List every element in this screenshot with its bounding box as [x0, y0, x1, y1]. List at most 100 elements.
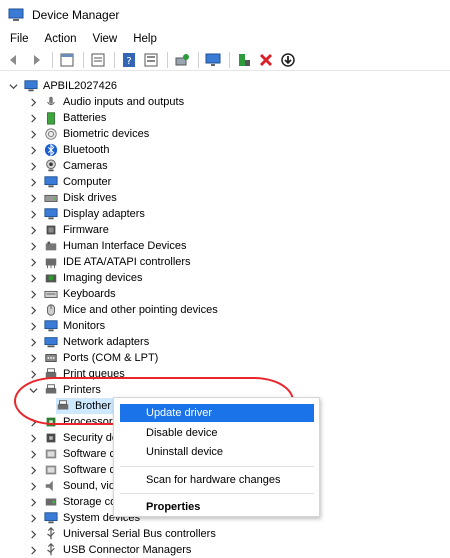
tree-item-label: Mice and other pointing devices: [63, 304, 218, 316]
chevron-down-icon[interactable]: [8, 81, 18, 91]
chevron-right-icon[interactable]: [28, 321, 38, 331]
properties-icon[interactable]: [57, 50, 77, 70]
monitor-icon: [44, 320, 58, 332]
tree-item-label: Cameras: [63, 160, 108, 172]
tree-item-label: Processors: [63, 416, 119, 428]
tree-item-label: Batteries: [63, 112, 107, 124]
tree-item-monitors[interactable]: Monitors: [28, 318, 105, 334]
uninstall-icon[interactable]: [256, 50, 276, 70]
software-component-icon: [45, 449, 57, 459]
tree-item-network[interactable]: Network adapters: [28, 334, 149, 350]
monitor-icon[interactable]: [203, 50, 223, 70]
tree-item-label: Ports (COM & LPT): [63, 352, 159, 364]
tree-item-firmware[interactable]: Firmware: [28, 222, 109, 238]
chevron-right-icon[interactable]: [28, 161, 38, 171]
system-device-icon: [44, 512, 58, 524]
show-hidden-icon[interactable]: [88, 50, 108, 70]
chevron-right-icon[interactable]: [28, 113, 38, 123]
scan-hardware-icon[interactable]: [172, 50, 192, 70]
imaging-device-icon: [45, 274, 57, 283]
chevron-right-icon[interactable]: [28, 337, 38, 347]
chevron-right-icon[interactable]: [28, 481, 38, 491]
menu-scan-hardware[interactable]: Scan for hardware changes: [114, 471, 319, 489]
chevron-down-icon[interactable]: [28, 385, 38, 395]
tree-item-security[interactable]: Security dev: [28, 430, 124, 446]
tree-root-label: APBIL2027426: [43, 80, 118, 92]
tree-item-cameras[interactable]: Cameras: [28, 158, 108, 174]
tree-item-brother[interactable]: Brother: [56, 398, 116, 414]
chevron-right-icon[interactable]: [28, 433, 38, 443]
chevron-right-icon[interactable]: [28, 305, 38, 315]
tree-item-mice[interactable]: Mice and other pointing devices: [28, 302, 218, 318]
tree-item-ports[interactable]: Ports (COM & LPT): [28, 350, 158, 366]
security-icon: [46, 433, 56, 443]
tree-item-imaging[interactable]: Imaging devices: [28, 270, 143, 286]
firmware-icon: [46, 225, 56, 235]
tree-item-disk-drives[interactable]: Disk drives: [28, 190, 117, 206]
tree-root[interactable]: APBIL2027426: [8, 78, 117, 94]
menu-action[interactable]: Action: [39, 33, 83, 45]
computer-icon: [44, 176, 58, 188]
tree-item-printers[interactable]: Printers: [28, 382, 101, 398]
menu-properties[interactable]: Properties: [114, 498, 319, 516]
chevron-right-icon[interactable]: [28, 193, 38, 203]
menu-update-driver[interactable]: Update driver: [120, 404, 314, 422]
tree-item-bluetooth[interactable]: Bluetooth: [28, 142, 109, 158]
svg-text:?: ?: [126, 56, 131, 67]
tree-item-ide[interactable]: IDE ATA/ATAPI controllers: [28, 254, 191, 270]
chevron-right-icon[interactable]: [28, 545, 38, 555]
tree-item-label: USB Connector Managers: [63, 544, 192, 556]
tree-item-usb-connector[interactable]: USB Connector Managers: [28, 542, 191, 558]
tree-item-audio[interactable]: Audio inputs and outputs: [28, 94, 184, 110]
chevron-right-icon[interactable]: [28, 353, 38, 363]
tree-item-hid[interactable]: Human Interface Devices: [28, 238, 187, 254]
chevron-right-icon[interactable]: [28, 257, 38, 267]
add-driver-icon[interactable]: [234, 50, 254, 70]
chevron-right-icon[interactable]: [28, 465, 38, 475]
chevron-right-icon[interactable]: [28, 497, 38, 507]
chevron-right-icon[interactable]: [28, 225, 38, 235]
chevron-right-icon[interactable]: [28, 145, 38, 155]
chevron-right-icon[interactable]: [28, 97, 38, 107]
tree-item-sound[interactable]: Sound, vide: [28, 478, 121, 494]
printer-icon: [45, 368, 57, 378]
toolbar: ?: [0, 49, 450, 71]
chevron-right-icon[interactable]: [28, 417, 38, 427]
keyboard-icon: [44, 290, 58, 298]
chevron-right-icon[interactable]: [28, 241, 38, 251]
tree-item-usb[interactable]: Universal Serial Bus controllers: [28, 526, 216, 542]
chevron-right-icon[interactable]: [28, 529, 38, 539]
tree-item-label: Computer: [63, 176, 112, 188]
menu-disable-device[interactable]: Disable device: [114, 424, 319, 442]
camera-icon: [46, 159, 56, 172]
chevron-right-icon[interactable]: [28, 289, 38, 299]
tree-item-biometric[interactable]: Biometric devices: [28, 126, 149, 142]
tree-item-label: Biometric devices: [63, 128, 150, 140]
tree-item-processors[interactable]: Processors: [28, 414, 118, 430]
devices-by-type-icon[interactable]: [141, 50, 161, 70]
back-icon[interactable]: [4, 50, 24, 70]
menu-view[interactable]: View: [87, 33, 124, 45]
chevron-right-icon[interactable]: [28, 369, 38, 379]
tree-item-batteries[interactable]: Batteries: [28, 110, 106, 126]
tree-item-software-devices[interactable]: Software de: [28, 462, 122, 478]
menu-uninstall-device[interactable]: Uninstall device: [114, 443, 319, 461]
tree-item-print-queues[interactable]: Print queues: [28, 366, 125, 382]
menu-help[interactable]: Help: [127, 33, 163, 45]
help-icon[interactable]: ?: [119, 50, 139, 70]
tree-item-storage[interactable]: Storage cor: [28, 494, 120, 510]
chevron-right-icon[interactable]: [28, 177, 38, 187]
chevron-right-icon[interactable]: [28, 129, 38, 139]
tree-item-display-adapters[interactable]: Display adapters: [28, 206, 145, 222]
chevron-right-icon[interactable]: [28, 273, 38, 283]
tree-item-software-components[interactable]: Software co: [28, 446, 121, 462]
update-driver-icon[interactable]: [278, 50, 298, 70]
menu-file[interactable]: File: [4, 33, 35, 45]
tree-item-keyboards[interactable]: Keyboards: [28, 286, 116, 302]
menu-separator: [120, 466, 314, 467]
tree-item-computer[interactable]: Computer: [28, 174, 111, 190]
chevron-right-icon[interactable]: [28, 209, 38, 219]
chevron-right-icon[interactable]: [28, 513, 38, 523]
forward-icon[interactable]: [26, 50, 46, 70]
chevron-right-icon[interactable]: [28, 449, 38, 459]
